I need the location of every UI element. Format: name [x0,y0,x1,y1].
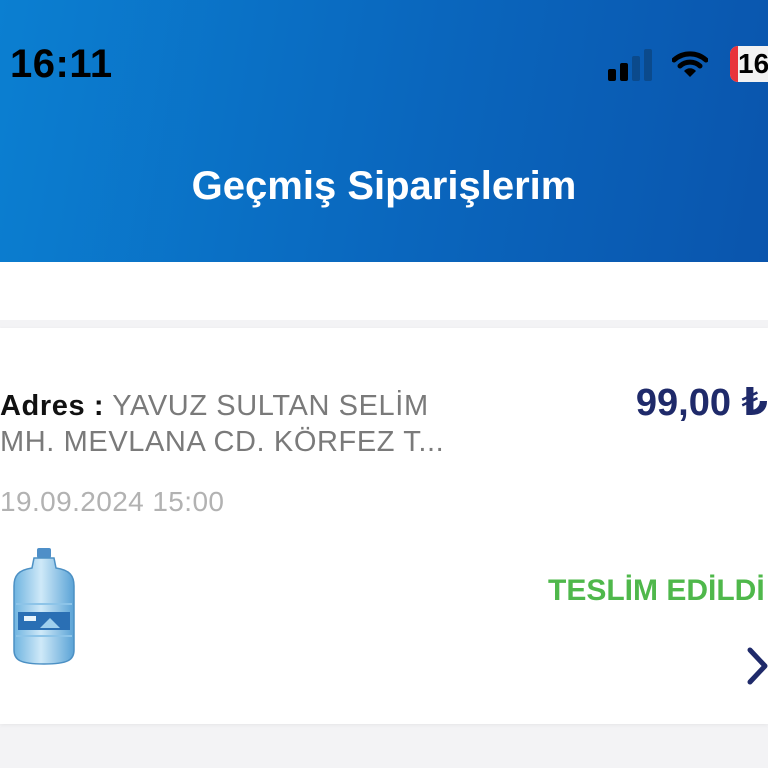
order-address: Adres : YAVUZ SULTAN SELİM MH. MEVLANA C… [0,388,470,460]
order-price: 99,00 ₺ [635,382,768,424]
order-date: 19.09.2024 15:00 [0,486,225,517]
list-top-spacer [0,262,768,320]
battery-icon: 16 [730,46,768,82]
chevron-right-icon[interactable] [746,646,768,686]
battery-level: 16 [738,48,768,79]
order-card[interactable]: Adres : YAVUZ SULTAN SELİM MH. MEVLANA C… [0,328,768,724]
header-bar: 16:11 16 Geçmiş Siparişlerim [0,0,768,262]
address-label: Adres : [0,390,105,422]
orders-list: Adres : YAVUZ SULTAN SELİM MH. MEVLANA C… [0,262,768,768]
status-time: 16:11 [10,42,113,86]
page-title: Geçmiş Siparişlerim [191,164,577,208]
water-jug-icon [13,548,75,665]
signal-icon [608,47,652,81]
status-icons: 16 [608,44,768,84]
order-status-badge: TESLİM EDİLDİ [548,574,765,607]
wifi-icon [672,51,708,77]
